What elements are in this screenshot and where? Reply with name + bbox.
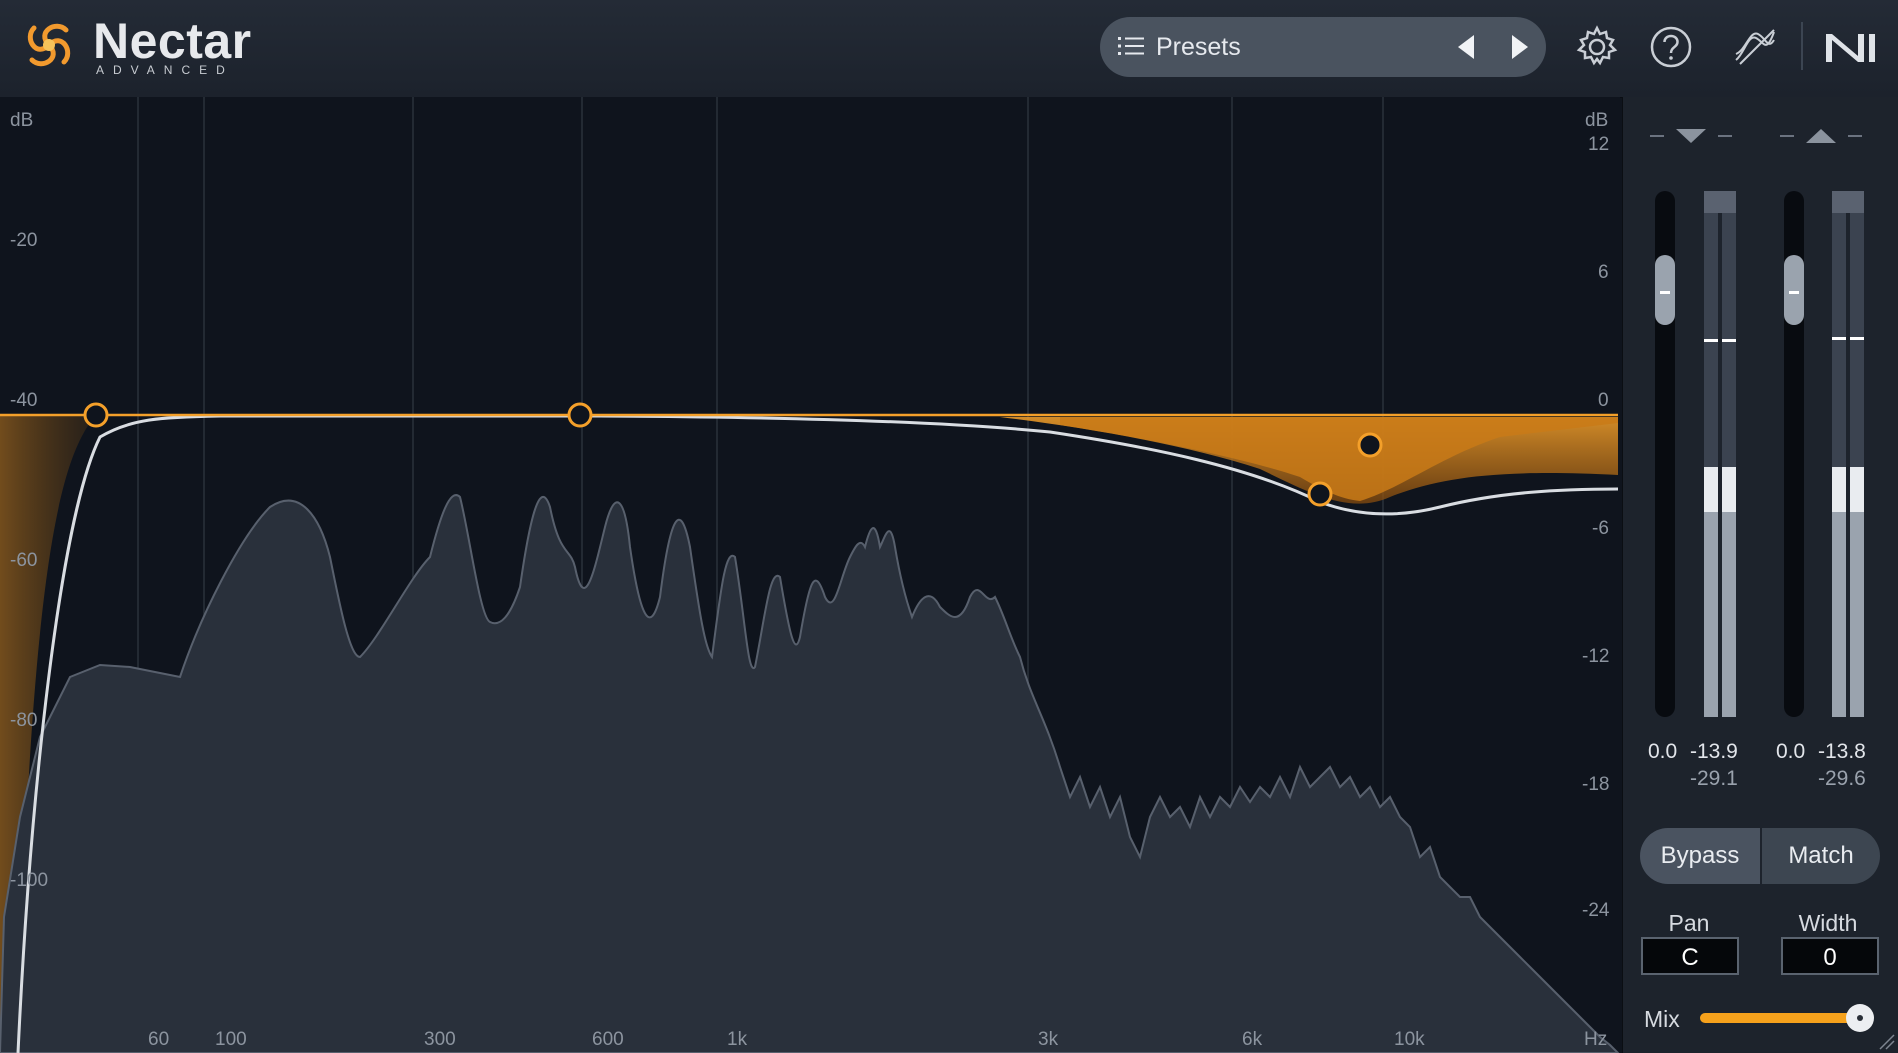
eq-graph[interactable] bbox=[0, 97, 1620, 1053]
mix-slider[interactable] bbox=[1700, 1013, 1860, 1023]
freq-tick-100: 100 bbox=[215, 1029, 247, 1050]
left-tick-3: -60 bbox=[10, 550, 38, 571]
output-gain-handle bbox=[1784, 255, 1804, 325]
right-tick-2: 6 bbox=[1598, 262, 1609, 283]
presets-label[interactable]: Presets bbox=[1156, 33, 1241, 62]
input-gain-value: 0.0 bbox=[1648, 740, 1678, 763]
match-button[interactable]: Match bbox=[1762, 828, 1880, 884]
node-high[interactable] bbox=[1307, 481, 1333, 507]
native-instruments-logo-icon[interactable] bbox=[1822, 24, 1878, 70]
freq-tick-300: 300 bbox=[424, 1029, 456, 1050]
left-tick-5: -100 bbox=[10, 870, 49, 891]
pan-label: Pan bbox=[1668, 910, 1710, 936]
left-tick-4: -80 bbox=[10, 710, 38, 731]
input-peak-value: -13.9 bbox=[1690, 740, 1738, 763]
presets-bar[interactable]: Presets bbox=[1100, 17, 1546, 77]
bypass-button[interactable]: Bypass bbox=[1640, 828, 1760, 884]
right-tick-6: -18 bbox=[1582, 774, 1610, 795]
right-tick-3: 0 bbox=[1598, 390, 1609, 411]
right-tick-5: -12 bbox=[1582, 646, 1610, 667]
width-field[interactable]: 0 bbox=[1781, 937, 1879, 975]
list-menu-icon[interactable] bbox=[1118, 35, 1144, 57]
gear-icon[interactable] bbox=[1574, 24, 1620, 70]
freq-tick-1k: 1k bbox=[727, 1029, 748, 1050]
pan-field[interactable]: C bbox=[1641, 937, 1739, 975]
right-tick-1: 12 bbox=[1588, 134, 1610, 155]
input-rms-value: -29.1 bbox=[1690, 767, 1738, 790]
freq-tick-600: 600 bbox=[592, 1029, 624, 1050]
left-tick-2: -40 bbox=[10, 390, 38, 411]
left-tick-1: -20 bbox=[10, 230, 38, 251]
node-high-mid[interactable] bbox=[1357, 432, 1383, 458]
nectar-logo-icon bbox=[27, 23, 71, 67]
freq-tick-3k: 3k bbox=[1038, 1029, 1059, 1050]
right-tick-4: -6 bbox=[1592, 518, 1609, 539]
header-divider bbox=[1801, 22, 1803, 70]
freq-tick-10k: 10k bbox=[1394, 1029, 1425, 1050]
triangle-up-icon bbox=[1806, 129, 1836, 143]
output-gain-value: 0.0 bbox=[1776, 740, 1806, 763]
freq-tick-6k: 6k bbox=[1242, 1029, 1263, 1050]
right-axis-unit: dB bbox=[1585, 110, 1609, 131]
question-icon[interactable] bbox=[1648, 24, 1694, 70]
freq-unit: Hz bbox=[1584, 1029, 1608, 1050]
app-title: Nectar bbox=[93, 13, 252, 69]
app-edition: ADVANCED bbox=[96, 63, 234, 77]
signal-path-icon[interactable] bbox=[1732, 24, 1778, 70]
node-low-cut[interactable] bbox=[83, 402, 109, 428]
triangle-left-icon[interactable] bbox=[1450, 31, 1484, 63]
left-axis-unit: dB bbox=[10, 110, 34, 131]
resize-handle-icon[interactable] bbox=[1876, 1031, 1896, 1051]
triangle-down-icon bbox=[1676, 129, 1706, 143]
header-bar: Nectar ADVANCED Presets bbox=[0, 0, 1898, 98]
width-label: Width bbox=[1798, 910, 1858, 936]
output-peak-value: -13.8 bbox=[1818, 740, 1866, 763]
input-gain-handle bbox=[1655, 255, 1675, 325]
mix-slider-handle[interactable] bbox=[1846, 1004, 1874, 1032]
node-low-mid[interactable] bbox=[567, 402, 593, 428]
freq-tick-60: 60 bbox=[148, 1029, 170, 1050]
mix-label: Mix bbox=[1644, 1006, 1680, 1032]
meter-section bbox=[1650, 129, 1864, 717]
triangle-right-icon[interactable] bbox=[1502, 31, 1536, 63]
right-tick-7: -24 bbox=[1582, 900, 1610, 921]
output-rms-value: -29.6 bbox=[1818, 767, 1866, 790]
